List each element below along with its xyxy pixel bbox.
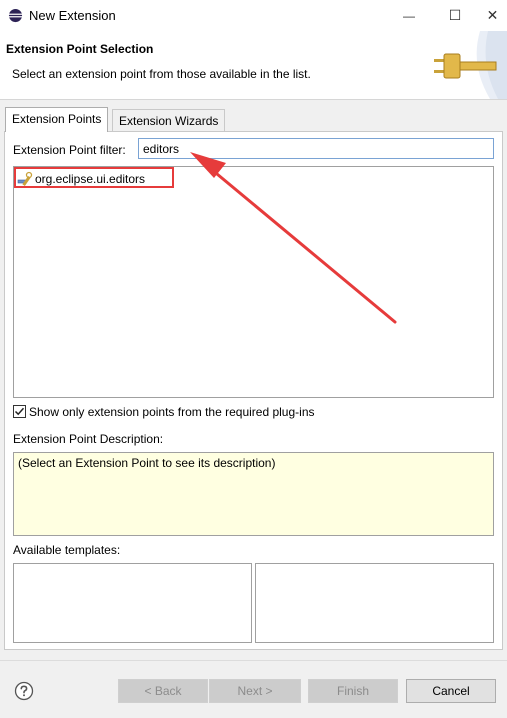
cancel-button[interactable]: Cancel xyxy=(406,679,496,703)
plug-icon xyxy=(434,53,497,79)
banner-message: Select an extension point from those ava… xyxy=(12,67,311,81)
window-title: New Extension xyxy=(29,8,116,23)
finish-button[interactable]: Finish xyxy=(308,679,398,703)
banner-title: Extension Point Selection xyxy=(6,42,154,56)
back-button[interactable]: < Back xyxy=(118,679,208,703)
tree-item-label: org.eclipse.ui.editors xyxy=(35,172,146,186)
minimize-button[interactable]: — xyxy=(386,0,432,31)
show-only-checkbox[interactable] xyxy=(13,405,26,418)
filter-label: Extension Point filter: xyxy=(13,143,126,157)
close-button[interactable]: ✕ xyxy=(478,0,507,31)
extension-point-icon xyxy=(17,171,33,186)
minimize-icon: — xyxy=(403,8,415,23)
eclipse-icon xyxy=(8,8,23,23)
wizard-banner: Extension Point Selection Select an exte… xyxy=(0,31,507,100)
help-icon[interactable] xyxy=(14,681,34,701)
tab-extension-points[interactable]: Extension Points xyxy=(5,107,109,132)
description-label: Extension Point Description: xyxy=(13,432,164,446)
show-only-label[interactable]: Show only extension points from the requ… xyxy=(29,405,315,419)
tree-item[interactable]: org.eclipse.ui.editors xyxy=(17,170,145,188)
maximize-icon: ☐ xyxy=(448,7,462,23)
filter-input[interactable] xyxy=(138,138,494,159)
description-box: (Select an Extension Point to see its de… xyxy=(13,452,494,536)
close-icon: ✕ xyxy=(486,7,499,23)
extension-point-tree[interactable] xyxy=(13,166,494,398)
template-description-panel xyxy=(255,563,494,643)
tab-extension-wizards[interactable]: Extension Wizards xyxy=(112,109,226,131)
maximize-button[interactable]: ☐ xyxy=(432,0,478,31)
next-button[interactable]: Next > xyxy=(209,679,301,703)
templates-list[interactable] xyxy=(13,563,252,643)
separator xyxy=(0,660,507,661)
checkmark-icon xyxy=(14,407,25,416)
description-text: (Select an Extension Point to see its de… xyxy=(18,456,276,470)
templates-label: Available templates: xyxy=(13,543,121,557)
